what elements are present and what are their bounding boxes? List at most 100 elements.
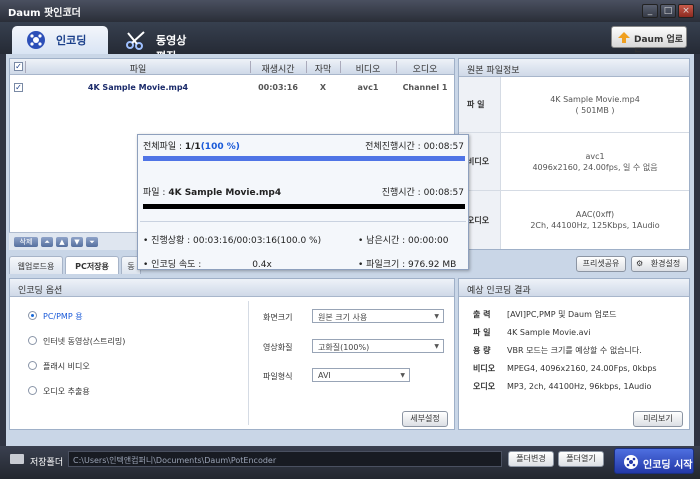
tab-pc-storage[interactable]: PC저장용: [65, 256, 119, 274]
radio-flash-label: 플래시 비디오: [43, 362, 90, 371]
start-encoding-button[interactable]: 인코딩 시작: [614, 448, 694, 474]
preset-share-button[interactable]: 프리셋공유: [576, 256, 626, 272]
file-list-header: ✓ 파일 재생시간 자막 비디오 오디오: [10, 59, 454, 75]
move-up-icon[interactable]: ▲: [56, 237, 68, 247]
radio-streaming[interactable]: 인터넷 동영상(스트리밍): [28, 336, 125, 347]
tab-web-upload[interactable]: 웹업로드용: [9, 256, 63, 274]
source-file-label: 파 일: [459, 77, 501, 132]
encoding-options-panel: 인코딩 옵션 PC/PMP 용 인터넷 동영상(스트리밍) 플래시 비디오 오디…: [9, 278, 455, 430]
screen-size-label: 화면크기: [263, 313, 293, 322]
radio-flash[interactable]: 플래시 비디오: [28, 361, 90, 372]
radio-selected-icon: [28, 311, 37, 320]
result-audio-label: 오디오: [473, 382, 496, 391]
result-audio: 오디오 MP3, 2ch, 44100Hz, 96kbps, 1Audio: [473, 381, 651, 392]
result-size: 용 량 VBR 모드는 크기를 예상할 수 없습니다.: [473, 345, 642, 356]
file-label: 파일 :: [143, 188, 169, 198]
result-file: 파 일 4K Sample Movie.avi: [473, 327, 591, 338]
cell-audio: Channel 1: [402, 83, 448, 92]
file-name: 4K Sample Movie.mp4: [168, 188, 282, 198]
tab-encoding[interactable]: 인코딩: [12, 26, 108, 54]
main-tab-bar: 인코딩 동영상 편집 Daum 업로드: [0, 22, 700, 63]
cell-video: avc1: [357, 83, 379, 92]
source-file-size: ( 501MB ): [575, 105, 615, 115]
total-files-label: 전체파일 :: [143, 142, 185, 152]
move-down-icon[interactable]: ▼: [71, 237, 83, 247]
menu-dropdown-icon[interactable]: ▼: [66, 6, 71, 14]
speed-value: 0.4x: [252, 260, 272, 270]
quality-select[interactable]: 고화질(100%) ▼: [312, 339, 444, 353]
chevron-down-icon: ▼: [434, 343, 439, 350]
format-select[interactable]: AVI ▼: [312, 368, 410, 382]
total-progress-fill: [143, 156, 465, 161]
close-button[interactable]: ×: [678, 4, 694, 18]
start-encoding-label: 인코딩 시작: [643, 460, 693, 471]
upload-arrow-icon: [618, 32, 630, 43]
gear-icon: ⚙: [636, 259, 644, 268]
minimize-button[interactable]: _: [642, 4, 658, 18]
source-info-panel: 원본 파일정보 파 일 4K Sample Movie.mp4( 501MB )…: [458, 58, 690, 250]
time-value: 00:08:57: [423, 188, 464, 198]
folder-change-button[interactable]: 폴더변경: [508, 451, 554, 467]
col-file[interactable]: 파일: [26, 62, 250, 75]
source-video-detail: 4096x2160, 24.00fps, 일 수 없음: [532, 162, 658, 172]
quality-label: 영상화질: [263, 343, 293, 352]
source-audio-detail: 2Ch, 44100Hz, 125Kbps, 1Audio: [530, 221, 660, 230]
size-value: 976.92 MB: [408, 260, 457, 270]
screen-size-value: 원본 크기 사용: [318, 313, 368, 322]
total-percent: (100 %): [200, 142, 240, 152]
folder-icon: [10, 454, 24, 464]
options-title: 인코딩 옵션: [10, 279, 454, 297]
save-folder-path[interactable]: C:\Users\인텍앤컴퍼니\Documents\Daum\PotEncode…: [68, 451, 502, 467]
preview-button[interactable]: 미리보기: [633, 411, 683, 427]
save-folder-label: 저장폴더: [30, 458, 64, 468]
title-bar: Daum 팟인코더 ▼ _ □ ×: [0, 0, 700, 22]
source-video-codec: avc1: [585, 151, 605, 161]
format-label: 파일형식: [263, 372, 293, 381]
film-reel-icon: [27, 31, 45, 49]
col-audio[interactable]: 오디오: [396, 62, 454, 75]
maximize-button[interactable]: □: [660, 4, 676, 18]
size-label: • 파일크기 :: [358, 260, 409, 270]
result-file-value: 4K Sample Movie.avi: [507, 328, 591, 337]
result-size-value: VBR 모드는 크기를 예상할 수 없습니다.: [507, 346, 642, 355]
footer-bar: 저장폴더 C:\Users\인텍앤컴퍼니\Documents\Daum\PotE…: [0, 446, 700, 479]
chevron-down-icon: ▼: [434, 313, 439, 320]
result-size-label: 용 량: [473, 346, 491, 355]
select-all-checkbox[interactable]: ✓: [14, 62, 23, 71]
result-output: 출 력 [AVI]PC,PMP 및 Daum 업로드: [473, 309, 617, 320]
time-label: 진행시간 :: [381, 188, 424, 198]
remain-value: 00:00:00: [408, 236, 449, 246]
cell-duration: 00:03:16: [258, 83, 298, 92]
daum-upload-button[interactable]: Daum 업로드: [611, 26, 687, 58]
tab-encoding-label: 인코딩: [56, 34, 87, 47]
quality-value: 고화질(100%): [318, 343, 370, 352]
col-subtitle[interactable]: 자막: [306, 62, 340, 75]
tab-edit[interactable]: 동영상 편집: [112, 26, 210, 63]
radio-pc-pmp[interactable]: PC/PMP 용: [28, 311, 83, 322]
col-duration[interactable]: 재생시간: [250, 62, 306, 75]
radio-streaming-label: 인터넷 동영상(스트리밍): [43, 337, 126, 346]
move-top-icon[interactable]: ⏶: [41, 237, 53, 247]
radio-audio-extract-label: 오디오 추출용: [43, 387, 90, 396]
result-audio-value: MP3, 2ch, 44100Hz, 96kbps, 1Audio: [507, 382, 652, 391]
move-bottom-icon[interactable]: ⏷: [86, 237, 98, 247]
radio-pc-pmp-label: PC/PMP 용: [43, 312, 83, 321]
result-output-value: [AVI]PC,PMP 및 Daum 업로드: [507, 310, 617, 319]
folder-open-button[interactable]: 폴더열기: [558, 451, 604, 467]
settings-button[interactable]: ⚙ 환경설정: [631, 256, 688, 272]
result-title: 예상 인코딩 결과: [459, 279, 689, 297]
scissors-icon: [126, 31, 145, 50]
detail-settings-button[interactable]: 세부설정: [402, 411, 448, 427]
file-progress-fill: [143, 204, 465, 209]
result-video-value: MPEG4, 4096x2160, 24.00Fps, 0kbps: [507, 364, 657, 373]
radio-audio-extract[interactable]: 오디오 추출용: [28, 386, 90, 397]
screen-size-select[interactable]: 원본 크기 사용 ▼: [312, 309, 444, 323]
source-info-title: 원본 파일정보: [459, 59, 689, 77]
col-video[interactable]: 비디오: [340, 62, 396, 75]
result-file-label: 파 일: [473, 328, 491, 337]
row-checkbox[interactable]: ✓: [14, 83, 23, 92]
cell-file: 4K Sample Movie.mp4: [87, 83, 189, 92]
delete-button[interactable]: 삭제: [14, 237, 38, 247]
speed-label: • 인코딩 속도 :: [143, 260, 205, 270]
result-output-label: 출 력: [473, 310, 491, 319]
